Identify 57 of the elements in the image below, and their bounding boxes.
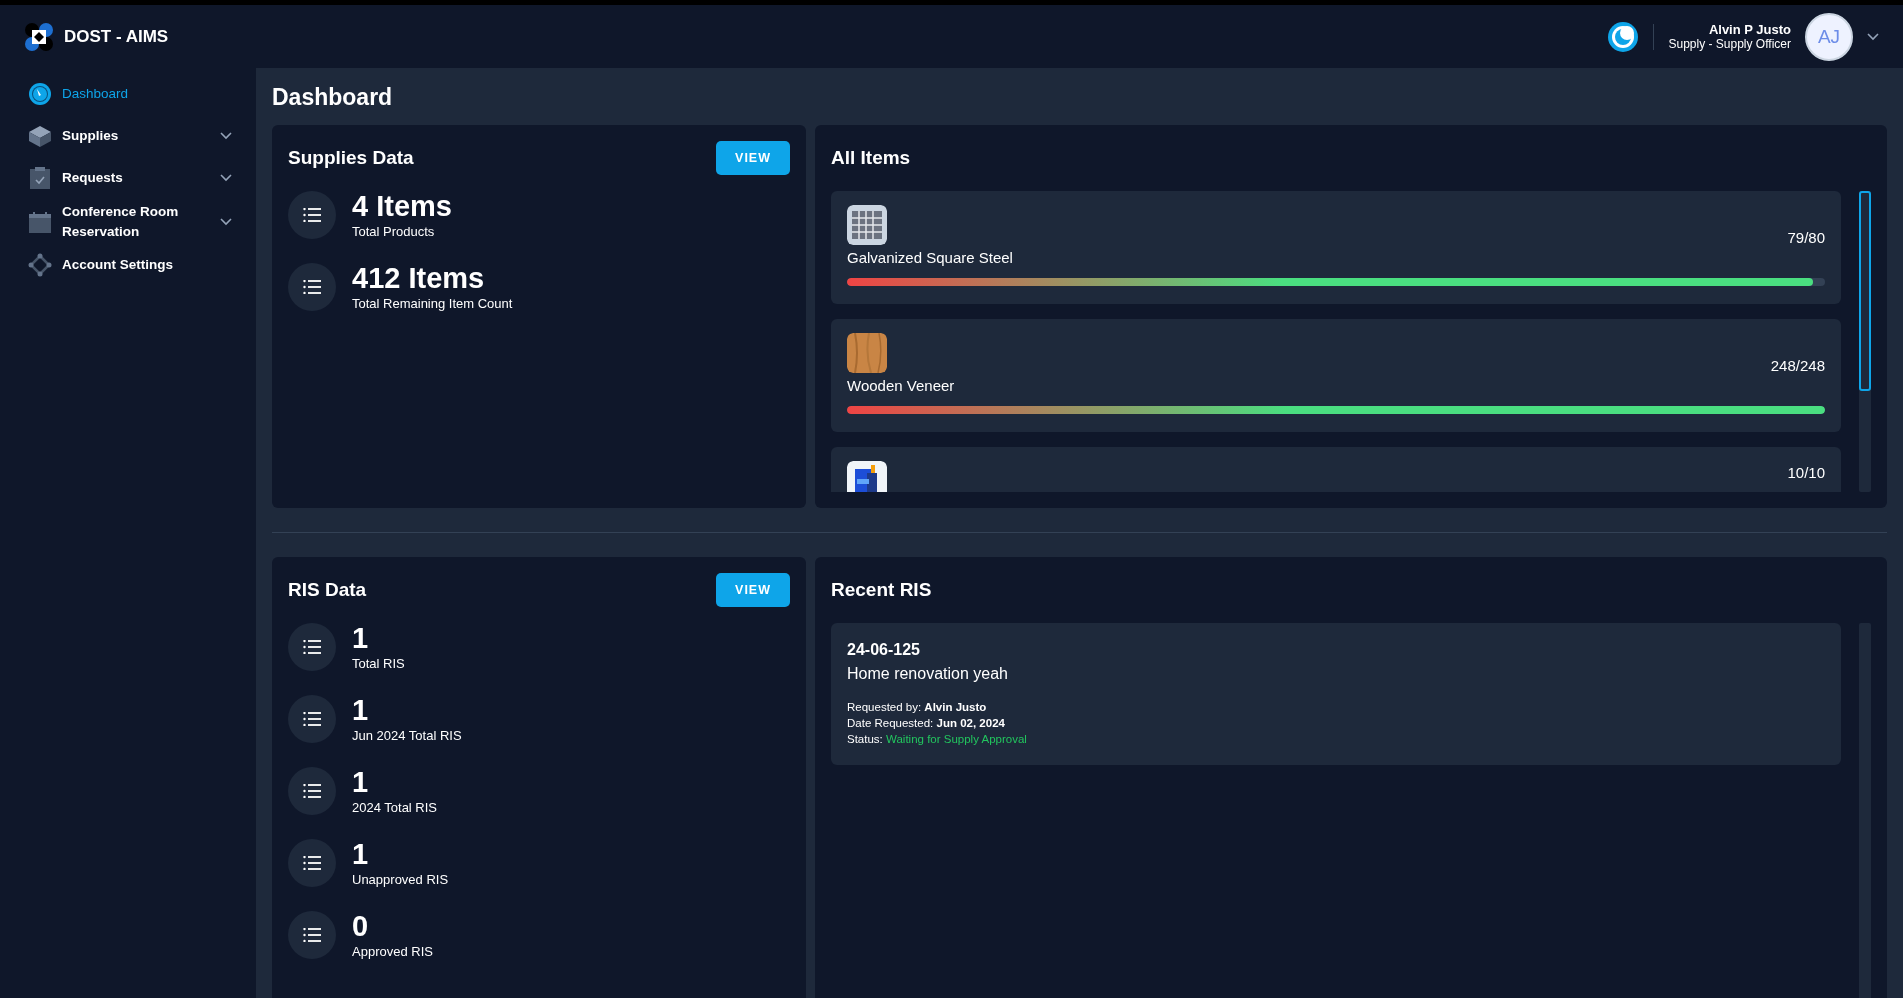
card-title: Supplies Data <box>288 147 414 169</box>
logo-icon <box>24 21 54 52</box>
list-icon <box>303 640 321 654</box>
item-name: Galvanized Square Steel <box>847 249 1013 266</box>
sidebar-item[interactable]: Account Settings <box>28 247 232 284</box>
stat-label: 2024 Total RIS <box>352 799 438 815</box>
nodes-icon <box>28 253 52 278</box>
clipboard-icon <box>28 166 52 190</box>
calendar-icon <box>28 209 52 234</box>
user-role: Supply - Supply Officer <box>1668 37 1791 51</box>
card-title: Recent RIS <box>831 579 932 601</box>
stat-label: Total Products <box>352 223 436 239</box>
list-icon <box>303 928 321 942</box>
ris-detail: Date Requested: Jun 02, 2024 <box>847 716 1006 732</box>
page-title: Dashboard <box>272 84 394 111</box>
stat-label: Unapproved RIS <box>352 871 449 887</box>
chevron-down-icon <box>220 132 232 140</box>
sidebar-item[interactable]: Requests <box>28 160 232 196</box>
list-icon <box>303 856 321 870</box>
stat-value: 4 Items <box>352 191 452 222</box>
item-count: 10/10 <box>1787 464 1825 481</box>
sidebar-item[interactable]: Dashboard <box>28 76 232 112</box>
stat-value: 1 <box>352 623 370 654</box>
brand-name: DOST - AIMS <box>64 26 169 47</box>
stat-value: 1 <box>352 839 370 870</box>
chevron-down-icon <box>1867 32 1879 41</box>
ris-title: Home renovation yeah <box>847 665 1009 683</box>
list-icon <box>303 712 321 726</box>
stat-value: 1 <box>352 767 370 798</box>
list-icon <box>303 208 321 222</box>
sidebar-item[interactable]: Conference Room Reservation <box>28 202 232 242</box>
user-name: Alvin P Justo <box>1708 22 1791 37</box>
ris-detail: Requested by: Alvin Justo <box>847 700 988 715</box>
stat-label: Total Remaining Item Count <box>352 295 513 311</box>
moon-icon[interactable] <box>1607 20 1640 53</box>
card-title: RIS Data <box>288 579 367 601</box>
scrollbar[interactable] <box>1859 191 1871 492</box>
gauge-icon <box>28 82 52 106</box>
chevron-down-icon <box>220 217 232 226</box>
chevron-down-icon <box>220 174 232 182</box>
stat-value: 1 <box>352 695 370 726</box>
stat-value: 0 <box>352 911 370 942</box>
ris-status: Status: Waiting for Supply Approval <box>847 732 1028 748</box>
list-icon <box>303 280 321 294</box>
stat-label: Approved RIS <box>352 943 433 959</box>
item-count: 79/80 <box>1787 229 1825 246</box>
ris-code: 24-06-125 <box>847 641 921 659</box>
item-count: 248/248 <box>1770 357 1825 374</box>
list-icon <box>303 784 321 798</box>
card-title: All Items <box>831 147 911 169</box>
stat-value: 412 Items <box>352 263 486 294</box>
stat-label: Total RIS <box>352 655 405 671</box>
item-name: Wooden Veneer <box>847 377 955 394</box>
cube-icon <box>28 124 52 148</box>
stat-label: Jun 2024 Total RIS <box>352 727 462 743</box>
sidebar-item[interactable]: Supplies <box>28 118 232 154</box>
ris-entry[interactable]: 24-06-125 Home renovation yeah Requested by: Alvin Justo Date Requested: Jun 02, 2024 Status: Waiting for Supply Approval <box>831 623 1841 766</box>
